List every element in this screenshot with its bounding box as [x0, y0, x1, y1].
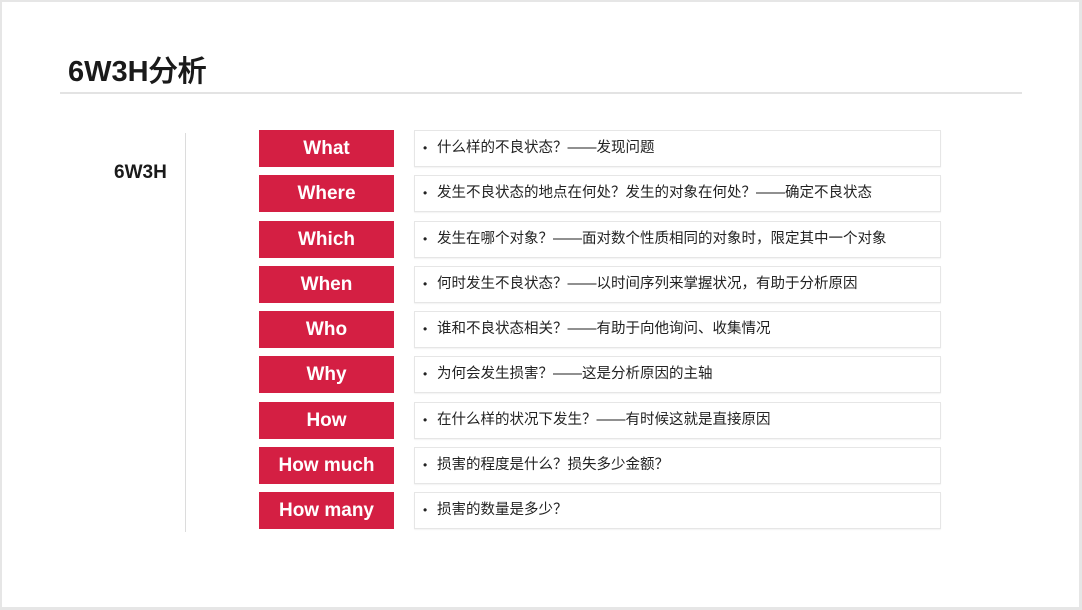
- bullet-icon: •: [423, 503, 428, 518]
- tag-what: What: [259, 130, 394, 167]
- tag-how: How: [259, 401, 394, 439]
- desc-what: • 什么样的不良状态？——发现问题: [414, 130, 941, 167]
- desc-who: • 谁和不良状态相关？——有助于向他询问、收集情况: [414, 311, 941, 349]
- desc-text: 什么样的不良状态？——发现问题: [437, 140, 655, 156]
- tag-where: Where: [259, 175, 394, 213]
- bullet-icon: •: [423, 186, 428, 201]
- desc-why: • 为何会发生损害？——这是分析原因的主轴: [414, 356, 941, 394]
- tag-how-many: How many: [259, 492, 394, 530]
- tag-why: Why: [259, 356, 394, 394]
- desc-text: 发生在哪个对象？——面对数个性质相同的对象时，限定其中一个对象: [437, 230, 887, 247]
- desc-where: • 发生不良状态的地点在何处？发生的对象在何处？——确定不良状态: [414, 175, 941, 213]
- tag-who: Who: [259, 311, 394, 349]
- slide-title: 6W3H分析: [68, 56, 207, 88]
- desc-text: 损害的程度是什么？损失多少金额？: [437, 457, 669, 474]
- desc-text: 损害的数量是多少？: [437, 502, 568, 519]
- desc-text: 何时发生不良状态？——以时间序列来掌握状况，有助于分析原因: [437, 275, 858, 292]
- bullet-icon: •: [423, 367, 428, 382]
- desc-when: • 何时发生不良状态？——以时间序列来掌握状况，有助于分析原因: [414, 265, 941, 303]
- bullet-icon: •: [423, 322, 428, 337]
- desc-how-much: • 损害的程度是什么？损失多少金额？: [414, 447, 941, 485]
- bullet-icon: •: [423, 231, 428, 246]
- bullet-icon: •: [423, 276, 428, 291]
- desc-how-many: • 损害的数量是多少？: [414, 492, 941, 530]
- desc-how: • 在什么样的状况下发生？——有时候这就是直接原因: [414, 401, 941, 439]
- slide: 6W3H分析 6W3H What • 什么样的不良状态？——发现问题 Where …: [2, 2, 1079, 607]
- tag-when: When: [259, 265, 394, 303]
- desc-text: 在什么样的状况下发生？——有时候这就是直接原因: [437, 411, 771, 428]
- title-underline: [60, 92, 1022, 94]
- bullet-icon: •: [423, 458, 428, 473]
- bullet-icon: •: [423, 412, 428, 427]
- vertical-divider: [185, 133, 186, 532]
- bullet-icon: •: [423, 141, 428, 155]
- desc-text: 发生不良状态的地点在何处？发生的对象在何处？——确定不良状态: [437, 185, 872, 202]
- desc-text: 为何会发生损害？——这是分析原因的主轴: [437, 366, 713, 383]
- desc-which: • 发生在哪个对象？——面对数个性质相同的对象时，限定其中一个对象: [414, 220, 941, 258]
- tag-how-much: How much: [259, 447, 394, 485]
- desc-text: 谁和不良状态相关？——有助于向他询问、收集情况: [437, 321, 771, 338]
- group-label: 6W3H: [114, 162, 167, 183]
- tag-which: Which: [259, 220, 394, 258]
